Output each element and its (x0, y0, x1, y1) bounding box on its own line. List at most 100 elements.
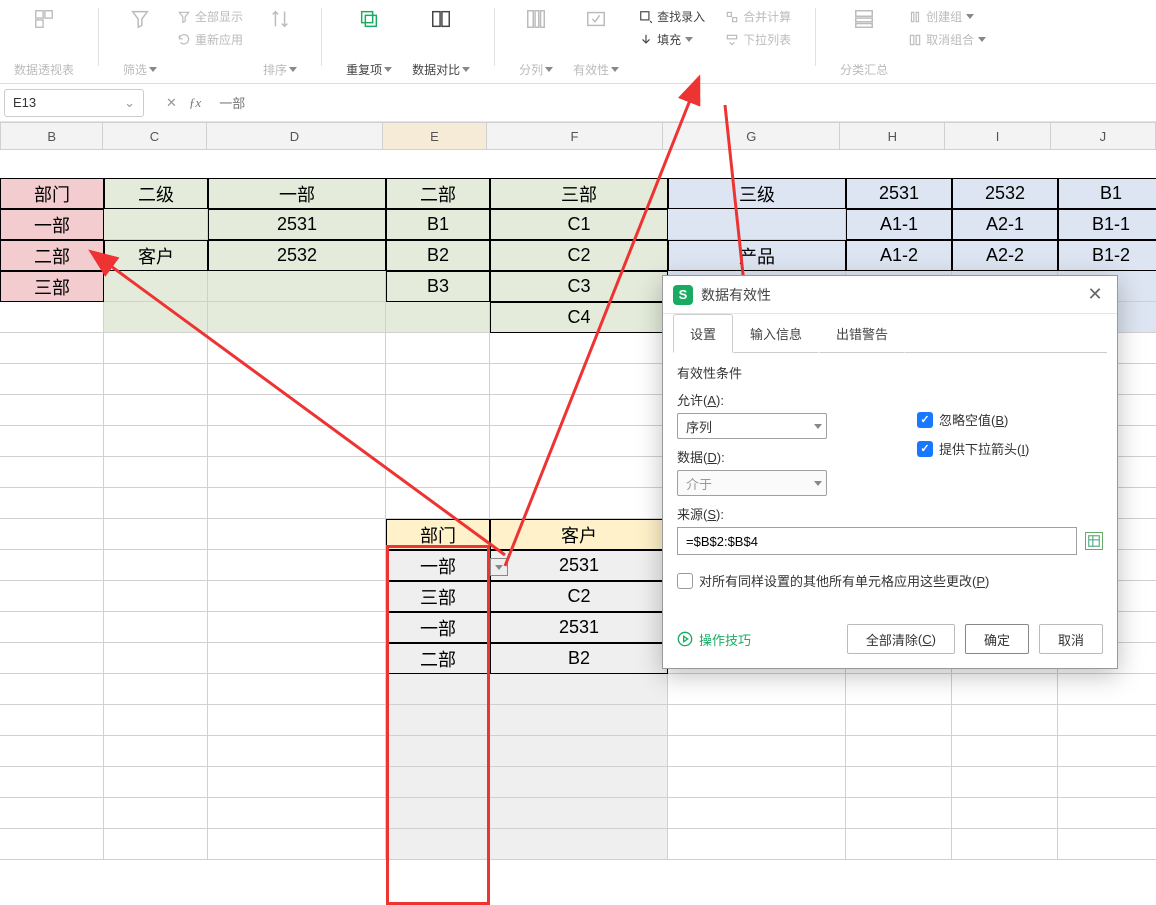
operation-tip[interactable]: 操作技巧 (677, 630, 751, 649)
cell-E8[interactable] (386, 395, 490, 426)
cell-E5[interactable] (386, 302, 490, 333)
ok-button[interactable]: 确定 (965, 624, 1029, 654)
cell-F10[interactable] (490, 457, 668, 488)
col-header-G[interactable]: G (663, 122, 840, 150)
clear-all-button[interactable]: 全部清除(C) (847, 624, 955, 654)
cell-B4[interactable]: 三部 (0, 271, 104, 302)
cell-I22[interactable] (952, 829, 1058, 860)
cancel-button[interactable]: 取消 (1039, 624, 1103, 654)
cell-C9[interactable] (104, 426, 208, 457)
cell-B20[interactable] (0, 767, 104, 798)
cell-G2[interactable] (668, 209, 846, 240)
cell-C11[interactable] (104, 488, 208, 519)
cell-B5[interactable] (0, 302, 104, 333)
cell-C2[interactable] (104, 209, 208, 240)
cell-J20[interactable] (1058, 767, 1156, 798)
cell-C16[interactable] (104, 643, 208, 674)
cell-H2[interactable]: A1-1 (846, 209, 952, 240)
ribbon-dup[interactable]: 重复项 (346, 8, 392, 78)
cell-F15[interactable]: 2531 (490, 612, 668, 643)
cell-I19[interactable] (952, 736, 1058, 767)
cell-F8[interactable] (490, 395, 668, 426)
cell-D2[interactable]: 2531 (208, 209, 386, 240)
in-cell-dropdown-check[interactable]: ✓提供下拉箭头(I) (917, 439, 1029, 458)
cell-D18[interactable] (208, 705, 386, 736)
ignore-blank-check[interactable]: ✓忽略空值(B) (917, 410, 1029, 429)
cell-E10[interactable] (386, 457, 490, 488)
cell-B19[interactable] (0, 736, 104, 767)
ribbon-findentry[interactable]: 查找录入 (639, 8, 705, 25)
ribbon-ungroup[interactable]: 取消组合 (908, 31, 986, 48)
cell-F5[interactable]: C4 (490, 302, 668, 333)
cell-D4[interactable] (208, 271, 386, 302)
cell-F3[interactable]: C2 (490, 240, 668, 271)
ribbon-subtotal[interactable]: 分类汇总 (840, 8, 888, 78)
cell-D12[interactable] (208, 519, 386, 550)
name-box[interactable]: E13 ⌄ (4, 89, 144, 117)
cell-I2[interactable]: A2-1 (952, 209, 1058, 240)
cell-B10[interactable] (0, 457, 104, 488)
col-header-B[interactable]: B (0, 122, 103, 150)
cell-E11[interactable] (386, 488, 490, 519)
cell-F18[interactable] (490, 705, 668, 736)
cell-D7[interactable] (208, 364, 386, 395)
cell-F1[interactable]: 三部 (490, 178, 668, 209)
cell-C3[interactable]: 客户 (104, 240, 208, 271)
cell-I3[interactable]: A2-2 (952, 240, 1058, 271)
cell-B3[interactable]: 二部 (0, 240, 104, 271)
cell-B15[interactable] (0, 612, 104, 643)
cell-F9[interactable] (490, 426, 668, 457)
ribbon-sort[interactable]: 排序 (263, 8, 297, 78)
cell-C20[interactable] (104, 767, 208, 798)
cell-G1[interactable]: 三级 (668, 178, 846, 209)
cell-B16[interactable] (0, 643, 104, 674)
cell-H17[interactable] (846, 674, 952, 705)
cell-H20[interactable] (846, 767, 952, 798)
fx-icon[interactable]: ƒx (189, 95, 201, 111)
cell-G17[interactable] (668, 674, 846, 705)
cell-E6[interactable] (386, 333, 490, 364)
cell-E4[interactable]: B3 (386, 271, 490, 302)
cell-E7[interactable] (386, 364, 490, 395)
tab-input-message[interactable]: 输入信息 (733, 314, 819, 353)
cell-B9[interactable] (0, 426, 104, 457)
allow-combo[interactable]: 序列 (677, 413, 827, 439)
ribbon-split[interactable]: 分列 (519, 8, 553, 78)
ribbon-showall[interactable]: 全部显示 (177, 8, 243, 25)
col-header-D[interactable]: D (207, 122, 384, 150)
cell-D17[interactable] (208, 674, 386, 705)
cell-G20[interactable] (668, 767, 846, 798)
cell-C19[interactable] (104, 736, 208, 767)
cell-I20[interactable] (952, 767, 1058, 798)
ribbon-group[interactable]: 创建组 (908, 8, 986, 25)
cell-C15[interactable] (104, 612, 208, 643)
cell-C12[interactable] (104, 519, 208, 550)
cell-B1[interactable]: 部门 (0, 178, 104, 209)
cell-B8[interactable] (0, 395, 104, 426)
cell-D15[interactable] (208, 612, 386, 643)
cell-B12[interactable] (0, 519, 104, 550)
tab-settings[interactable]: 设置 (673, 314, 733, 353)
cell-F12[interactable]: 客户 (490, 519, 668, 550)
source-input[interactable] (677, 527, 1077, 555)
cell-D21[interactable] (208, 798, 386, 829)
col-header-H[interactable]: H (840, 122, 945, 150)
cell-D20[interactable] (208, 767, 386, 798)
cell-D19[interactable] (208, 736, 386, 767)
cell-B18[interactable] (0, 705, 104, 736)
ribbon-validity[interactable]: 有效性 (573, 8, 619, 78)
cell-I17[interactable] (952, 674, 1058, 705)
cell-F21[interactable] (490, 798, 668, 829)
checkbox-unchecked-icon[interactable] (677, 573, 693, 589)
formula-bar-value[interactable]: 一部 (219, 93, 245, 112)
ribbon-pivot[interactable]: 数据透视表 (14, 8, 74, 78)
cell-B11[interactable] (0, 488, 104, 519)
cell-J17[interactable] (1058, 674, 1156, 705)
cell-D13[interactable] (208, 550, 386, 581)
cell-C10[interactable] (104, 457, 208, 488)
cell-J21[interactable] (1058, 798, 1156, 829)
cell-D9[interactable] (208, 426, 386, 457)
cell-E3[interactable]: B2 (386, 240, 490, 271)
cell-I21[interactable] (952, 798, 1058, 829)
cancel-formula-icon[interactable]: ✕ (166, 95, 177, 111)
